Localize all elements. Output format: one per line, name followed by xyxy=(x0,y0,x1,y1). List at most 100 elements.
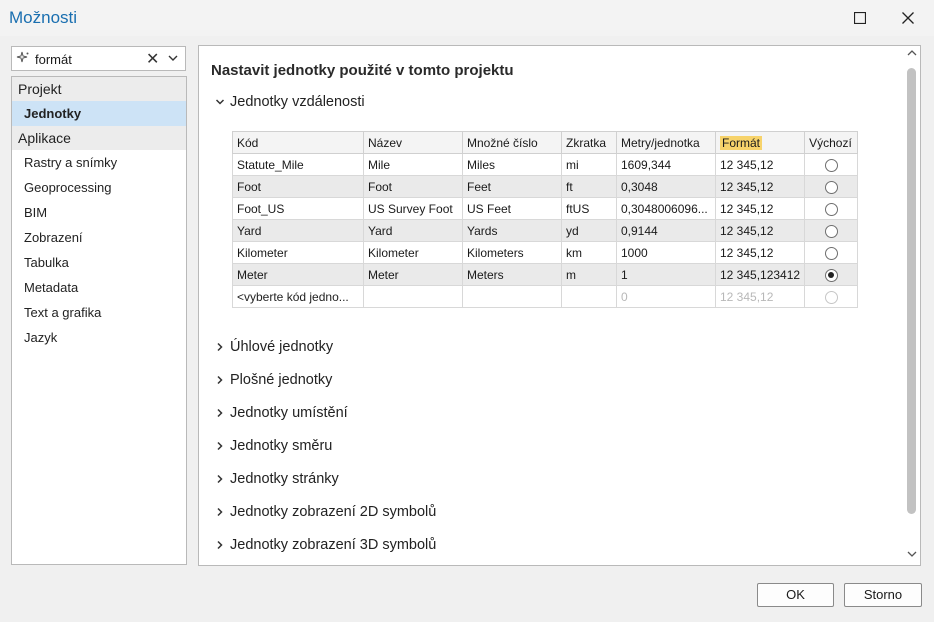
table-row[interactable]: Foot_US US Survey Foot US Feet ftUS 0,304800… xyxy=(232,197,859,220)
cell-meters[interactable]: 1000 xyxy=(616,241,716,264)
cell-meters[interactable]: 0,9144 xyxy=(616,219,716,242)
sidebar-item[interactable]: Tabulka xyxy=(12,250,186,275)
cell-meters[interactable]: 1 xyxy=(616,263,716,286)
default-radio[interactable] xyxy=(824,224,838,238)
maximize-button[interactable] xyxy=(846,6,874,30)
ok-button[interactable]: OK xyxy=(757,583,834,607)
new-unit-row[interactable]: <vyberte kód jedno... 0 12 345,12 xyxy=(232,285,859,308)
column-header[interactable]: Množné číslo xyxy=(462,131,562,154)
section-expander[interactable]: Úhlové jednotky xyxy=(215,339,333,355)
sidebar-item[interactable]: Rastry a snímky xyxy=(12,150,186,175)
sidebar-item[interactable]: Text a grafika xyxy=(12,300,186,325)
chevron-right-icon xyxy=(217,408,223,418)
cell-plural[interactable]: Yards xyxy=(462,219,562,242)
cell-plural[interactable]: Meters xyxy=(462,263,562,286)
distance-units-expander[interactable]: Jednotky vzdálenosti xyxy=(215,94,365,110)
sidebar-item[interactable]: BIM xyxy=(12,200,186,225)
cell-abbr[interactable]: ftUS xyxy=(561,197,617,220)
column-header[interactable]: Formát xyxy=(714,131,806,154)
title-bar: Možnosti xyxy=(0,0,934,36)
nav-group-header: Projekt xyxy=(12,77,186,101)
close-button[interactable] xyxy=(894,6,922,30)
cell-name[interactable]: Meter xyxy=(363,263,463,286)
table-row[interactable]: Yard Yard Yards yd 0,9144 12 345,12 xyxy=(232,219,859,242)
cell-format[interactable]: 12 345,12 xyxy=(714,153,806,176)
section-expander[interactable]: Jednotky umístění xyxy=(215,405,348,421)
column-header[interactable]: Zkratka xyxy=(561,131,617,154)
sidebar-item[interactable]: Jednotky xyxy=(12,101,186,126)
cell-plural[interactable]: Kilometers xyxy=(462,241,562,264)
page-title: Nastavit jednotky použité v tomto projek… xyxy=(211,62,514,79)
column-header[interactable]: Metry/jednotka xyxy=(616,131,716,154)
column-header[interactable]: Kód xyxy=(232,131,364,154)
cell-plural[interactable]: US Feet xyxy=(462,197,562,220)
default-radio[interactable] xyxy=(824,290,838,304)
cell-plural[interactable] xyxy=(462,285,562,308)
cell-format[interactable]: 12 345,12 xyxy=(714,219,806,242)
cell-code[interactable]: Foot_US xyxy=(232,197,364,220)
cell-name[interactable]: Foot xyxy=(363,175,463,198)
sidebar-item[interactable]: Zobrazení xyxy=(12,225,186,250)
cell-code[interactable]: Kilometer xyxy=(232,241,364,264)
cell-code[interactable]: Foot xyxy=(232,175,364,198)
cell-meters[interactable]: 0 xyxy=(616,285,716,308)
cell-abbr[interactable]: mi xyxy=(561,153,617,176)
section-expander[interactable]: Jednotky zobrazení 3D symbolů xyxy=(215,537,436,553)
cell-abbr[interactable]: km xyxy=(561,241,617,264)
section-label: Jednotky vzdálenosti xyxy=(230,94,365,110)
cell-code[interactable]: <vyberte kód jedno... xyxy=(232,285,364,308)
chevron-down-icon[interactable] xyxy=(168,53,178,63)
scroll-down-icon[interactable] xyxy=(907,550,917,558)
section-expander[interactable]: Plošné jednotky xyxy=(215,372,332,388)
section-expander[interactable]: Jednotky stránky xyxy=(215,471,339,487)
default-radio[interactable] xyxy=(824,158,838,172)
cell-name[interactable] xyxy=(363,285,463,308)
options-search-input[interactable]: formát ✕ xyxy=(11,46,186,71)
default-radio[interactable] xyxy=(824,180,838,194)
section-expander[interactable]: Jednotky směru xyxy=(215,438,332,454)
vertical-scrollbar[interactable] xyxy=(904,46,920,564)
cell-plural[interactable]: Feet xyxy=(462,175,562,198)
cell-format[interactable]: 12 345,12 xyxy=(714,175,806,198)
cell-format[interactable]: 12 345,12 xyxy=(714,197,806,220)
cell-name[interactable]: Yard xyxy=(363,219,463,242)
cell-format[interactable]: 12 345,12 xyxy=(714,285,806,308)
default-radio[interactable] xyxy=(824,268,838,282)
sidebar-item[interactable]: Geoprocessing xyxy=(12,175,186,200)
cancel-button[interactable]: Storno xyxy=(844,583,922,607)
cell-code[interactable]: Statute_Mile xyxy=(232,153,364,176)
cell-format[interactable]: 12 345,123412 xyxy=(714,263,806,286)
column-header-label: Kód xyxy=(237,135,259,150)
cell-plural[interactable]: Miles xyxy=(462,153,562,176)
cell-abbr[interactable]: ft xyxy=(561,175,617,198)
column-header[interactable]: Výchozí xyxy=(804,131,859,154)
cell-meters[interactable]: 0,3048006096... xyxy=(616,197,716,220)
cell-meters[interactable]: 1609,344 xyxy=(616,153,716,176)
sidebar-item[interactable]: Metadata xyxy=(12,275,186,300)
cell-abbr[interactable]: m xyxy=(561,263,617,286)
section-expander[interactable]: Jednotky zobrazení 2D symbolů xyxy=(215,504,436,520)
cell-code[interactable]: Yard xyxy=(232,219,364,242)
scroll-up-icon[interactable] xyxy=(907,49,917,57)
cell-meters[interactable]: 0,3048 xyxy=(616,175,716,198)
cell-name[interactable]: Mile xyxy=(363,153,463,176)
table-row[interactable]: Meter Meter Meters m 1 12 345,123412 xyxy=(232,263,859,286)
cell-abbr[interactable] xyxy=(561,285,617,308)
cell-abbr[interactable]: yd xyxy=(561,219,617,242)
scrollbar-thumb[interactable] xyxy=(907,68,916,514)
cell-code[interactable]: Meter xyxy=(232,263,364,286)
column-header-label: Metry/jednotka xyxy=(621,135,700,150)
clear-search-icon[interactable]: ✕ xyxy=(146,49,159,69)
cell-name[interactable]: Kilometer xyxy=(363,241,463,264)
table-row[interactable]: Foot Foot Feet ft 0,3048 12 345,12 xyxy=(232,175,859,198)
default-radio[interactable] xyxy=(824,202,838,216)
cell-format[interactable]: 12 345,12 xyxy=(714,241,806,264)
table-row[interactable]: Statute_Mile Mile Miles mi 1609,344 12 345,12 xyxy=(232,153,859,176)
table-row[interactable]: Kilometer Kilometer Kilometers km 1000 12 345… xyxy=(232,241,859,264)
default-radio[interactable] xyxy=(824,246,838,260)
column-header[interactable]: Název xyxy=(363,131,463,154)
cell-name[interactable]: US Survey Foot xyxy=(363,197,463,220)
sidebar-item[interactable]: Jazyk xyxy=(12,325,186,350)
column-header-label: Výchozí xyxy=(809,135,852,150)
section-label: Jednotky zobrazení 2D symbolů xyxy=(230,504,437,520)
